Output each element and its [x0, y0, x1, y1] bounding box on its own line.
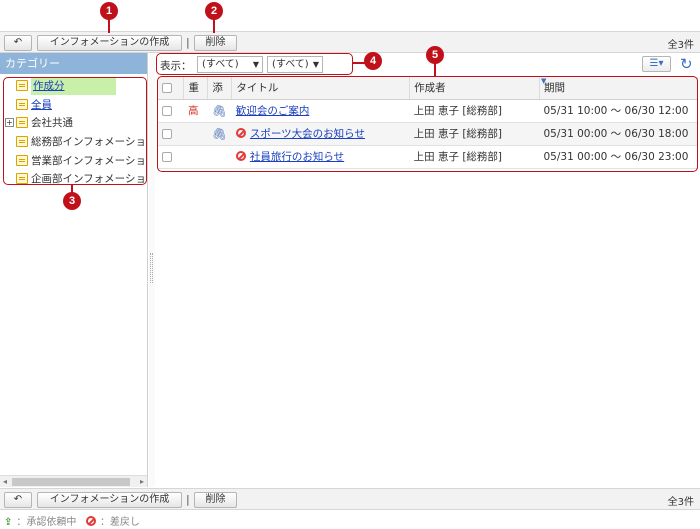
list-menu-icon: ☰▾ [649, 58, 664, 69]
refresh-button[interactable]: ↻ [680, 55, 693, 73]
view-options-button[interactable]: ☰▾ [642, 56, 671, 72]
callout-marker-5: 5 [426, 46, 444, 64]
legend-rejected: ：差戻し [99, 517, 140, 528]
back-button[interactable]: ↶ [4, 492, 32, 508]
toolbar-separator: | [186, 493, 190, 506]
scroll-left-icon[interactable]: ◂ [3, 476, 7, 488]
item-count: 全3件 [667, 40, 694, 51]
scroll-right-icon[interactable]: ▸ [140, 476, 144, 488]
delete-button[interactable]: 削除 [194, 492, 237, 508]
callout-marker-4: 4 [364, 52, 382, 70]
refresh-icon: ↻ [680, 55, 693, 73]
rejected-icon [85, 516, 96, 526]
sidebar-header: カテゴリー [0, 53, 147, 74]
callout-box-3 [3, 77, 147, 185]
top-toolbar: ↶ インフォメーションの作成 | 削除 全3件 [0, 31, 700, 53]
back-button[interactable]: ↶ [4, 35, 32, 51]
callout-marker-2: 2 [205, 2, 223, 20]
back-arrow-icon: ↶ [13, 494, 23, 505]
delete-button[interactable]: 削除 [194, 35, 237, 51]
legend-pending: ：承認依頼中 [16, 517, 77, 528]
bottom-toolbar: ↶ インフォメーションの作成 | 削除 全3件 [0, 488, 700, 510]
scroll-thumb[interactable] [12, 478, 130, 486]
callout-marker-3: 3 [63, 192, 81, 210]
callout-line-5 [434, 62, 436, 76]
splitter-grip-icon[interactable] [150, 253, 153, 283]
callout-box-4 [156, 53, 353, 75]
toolbar-separator: | [186, 36, 190, 49]
callout-marker-1: 1 [100, 2, 118, 20]
callout-line-1 [108, 18, 110, 33]
create-information-button[interactable]: インフォメーションの作成 [37, 35, 182, 51]
item-count: 全3件 [667, 497, 694, 508]
approval-request-icon: ⇪ [4, 517, 13, 528]
back-arrow-icon: ↶ [13, 37, 23, 48]
create-information-button[interactable]: インフォメーションの作成 [37, 492, 182, 508]
pane-splitter[interactable] [149, 53, 155, 487]
callout-box-5 [157, 76, 698, 172]
sidebar-horizontal-scrollbar[interactable]: ◂ ▸ [0, 475, 147, 487]
status-legend: ⇪ ：承認依頼中 ：差戻し [4, 513, 140, 528]
callout-line-2 [213, 18, 215, 33]
